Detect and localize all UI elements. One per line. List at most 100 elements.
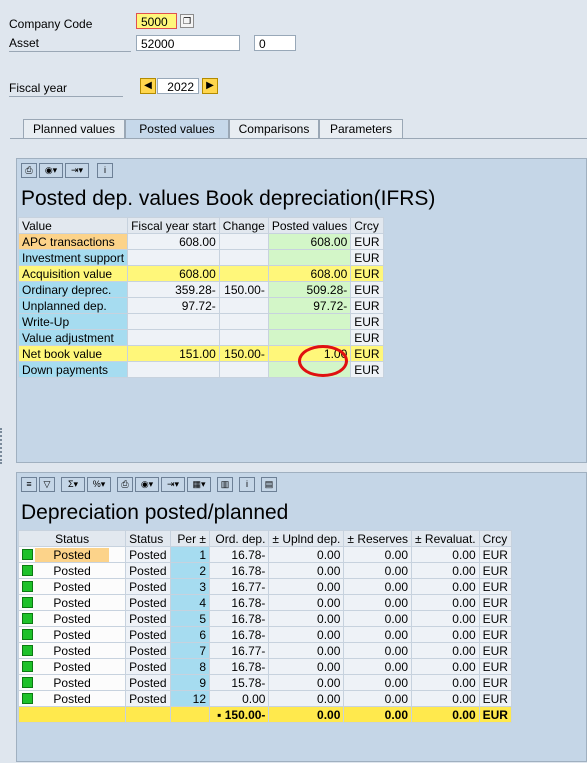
posted-value-cell: 608.00 — [267, 233, 352, 250]
col-crcy[interactable]: Crcy — [350, 217, 384, 234]
total-revaluat: 0.00 — [411, 706, 480, 723]
previous-year-icon[interactable]: ◀ — [140, 78, 156, 94]
currency-cell: EUR — [350, 233, 384, 250]
tab-planned-values[interactable]: Planned values — [23, 119, 125, 138]
table-row[interactable]: Posted Posted 8 16.78- 0.00 0.00 0.00 EU… — [17, 658, 513, 675]
filter-icon[interactable]: ▽ — [39, 477, 55, 492]
col-change[interactable]: Change — [218, 217, 269, 234]
table-row[interactable]: Value adjustment EUR — [17, 329, 384, 346]
period-cell: 3 — [170, 578, 210, 595]
col-uplnd-dep[interactable]: ± Uplnd dep. — [268, 530, 345, 547]
table-row[interactable]: Posted Posted 9 15.78- 0.00 0.00 0.00 EU… — [17, 674, 513, 691]
total-status-cell — [17, 706, 127, 723]
export-icon[interactable]: ⇥▾ — [161, 477, 185, 492]
panel2-toolbar: ≡ ▽ Σ▾ %▾ ⎙ ◉▾ ⇥▾ ▦▾ ▥ i ▤ — [21, 477, 279, 492]
total-uplnd-dep-value: 0.00 — [317, 707, 341, 722]
posted-value-cell: 509.28- — [267, 281, 352, 298]
period-cell: 12 — [170, 690, 210, 707]
table-row[interactable]: Posted Posted 12 0.00 0.00 0.00 0.00 EUR — [17, 690, 513, 707]
col-posted-values[interactable]: Posted values — [267, 217, 352, 234]
status-text: Posted — [53, 643, 91, 658]
graphic-icon[interactable]: ▥ — [217, 477, 233, 492]
row-label: Unplanned dep. — [17, 297, 129, 314]
total-reserves: 0.00 — [343, 706, 412, 723]
info-icon[interactable]: i — [97, 163, 113, 178]
currency-cell: EUR — [350, 361, 384, 378]
status-text: Posted — [53, 627, 91, 642]
status-green-icon — [22, 645, 33, 656]
table-row[interactable]: Write-Up EUR — [17, 313, 384, 330]
total-row[interactable]: ▪ 150.00- 0.00 0.00 0.00 EUR — [17, 706, 513, 723]
col-crcy[interactable]: Crcy — [478, 530, 513, 547]
col-value[interactable]: Value — [17, 217, 129, 234]
fiscal-year-underline — [9, 96, 123, 97]
revaluat-cell: 0.00 — [411, 562, 480, 579]
revaluat-cell: 0.00 — [411, 594, 480, 611]
splitter-handle[interactable] — [0, 428, 5, 464]
row-label: Down payments — [17, 361, 129, 378]
total-period-cell — [170, 706, 210, 723]
status-text: Posted — [53, 691, 91, 706]
period-cell: 9 — [170, 674, 210, 691]
notes-icon[interactable]: ▤ — [261, 477, 277, 492]
table-row[interactable]: Posted Posted 6 16.78- 0.00 0.00 0.00 EU… — [17, 626, 513, 643]
tab-parameters[interactable]: Parameters — [319, 119, 403, 138]
print-icon[interactable]: ⎙ — [21, 163, 37, 178]
reserves-cell: 0.00 — [343, 626, 412, 643]
revaluat-cell: 0.00 — [411, 626, 480, 643]
table-row[interactable]: Posted Posted 7 16.77- 0.00 0.00 0.00 EU… — [17, 642, 513, 659]
copy-icon[interactable]: ❐ — [180, 14, 194, 28]
fiscal-year-start-cell: 608.00 — [127, 265, 220, 282]
col-reserves[interactable]: ± Reserves — [343, 530, 412, 547]
table-row[interactable]: Posted Posted 4 16.78- 0.00 0.00 0.00 EU… — [17, 594, 513, 611]
table-row[interactable]: Unplanned dep. 97.72- 97.72- EUR — [17, 297, 384, 314]
col-status-2[interactable]: Status — [125, 530, 172, 547]
panel2-title: Depreciation posted/planned — [21, 501, 289, 524]
print-icon[interactable]: ⎙ — [117, 477, 133, 492]
uplnd-dep-cell: 0.00 — [268, 658, 345, 675]
revaluat-cell: 0.00 — [411, 578, 480, 595]
col-revaluat[interactable]: ± Revaluat. — [411, 530, 480, 547]
fiscal-year-start-cell — [127, 249, 220, 266]
sort-ascending-icon[interactable]: ≡ — [21, 477, 37, 492]
fiscal-year-field[interactable]: 2022 — [157, 78, 199, 94]
table-row[interactable]: Posted Posted 3 16.77- 0.00 0.00 0.00 EU… — [17, 578, 513, 595]
subtotal-icon[interactable]: %▾ — [87, 477, 111, 492]
next-year-icon[interactable]: ▶ — [202, 78, 218, 94]
status2-cell: Posted — [125, 658, 172, 675]
table-row[interactable]: Acquisition value 608.00 608.00 EUR — [17, 265, 384, 282]
asset-field[interactable]: 52000 — [136, 35, 240, 51]
table-row[interactable]: Posted Posted 2 16.78- 0.00 0.00 0.00 EU… — [17, 562, 513, 579]
status2-cell: Posted — [125, 674, 172, 691]
table-row[interactable]: Posted Posted 1 16.78- 0.00 0.00 0.00 EU… — [17, 546, 513, 563]
status-cell: Posted — [17, 546, 127, 563]
posted-value-cell — [267, 249, 352, 266]
change-cell: 150.00- — [218, 345, 269, 362]
col-ord-dep[interactable]: Ord. dep. — [208, 530, 270, 547]
fiscal-year-start-cell — [127, 329, 220, 346]
col-per[interactable]: Per ± — [170, 530, 210, 547]
status-green-icon — [22, 549, 33, 560]
table-row[interactable]: Ordinary deprec. 359.28- 150.00- 509.28-… — [17, 281, 384, 298]
tab-comparisons[interactable]: Comparisons — [229, 119, 319, 138]
status-green-icon — [22, 565, 33, 576]
tab-posted-values[interactable]: Posted values — [125, 119, 229, 138]
view-icon[interactable]: ◉▾ — [135, 477, 159, 492]
sum-icon[interactable]: Σ▾ — [61, 477, 85, 492]
col-fiscal-year-start[interactable]: Fiscal year start — [127, 217, 220, 234]
table-row[interactable]: APC transactions 608.00 608.00 EUR — [17, 233, 384, 250]
info-icon[interactable]: i — [239, 477, 255, 492]
status-green-icon — [22, 677, 33, 688]
layout-icon[interactable]: ▦▾ — [187, 477, 211, 492]
status2-cell: Posted — [125, 594, 172, 611]
currency-cell: EUR — [350, 281, 384, 298]
period-cell: 2 — [170, 562, 210, 579]
table-row[interactable]: Posted Posted 5 16.78- 0.00 0.00 0.00 EU… — [17, 610, 513, 627]
asset-sub-number-field[interactable]: 0 — [254, 35, 296, 51]
company-code-field[interactable]: 5000 — [136, 13, 177, 29]
export-icon[interactable]: ⇥▾ — [65, 163, 89, 178]
col-status[interactable]: Status — [17, 530, 127, 547]
view-icon[interactable]: ◉▾ — [39, 163, 63, 178]
row-label: Write-Up — [17, 313, 129, 330]
table-row[interactable]: Investment support EUR — [17, 249, 384, 266]
